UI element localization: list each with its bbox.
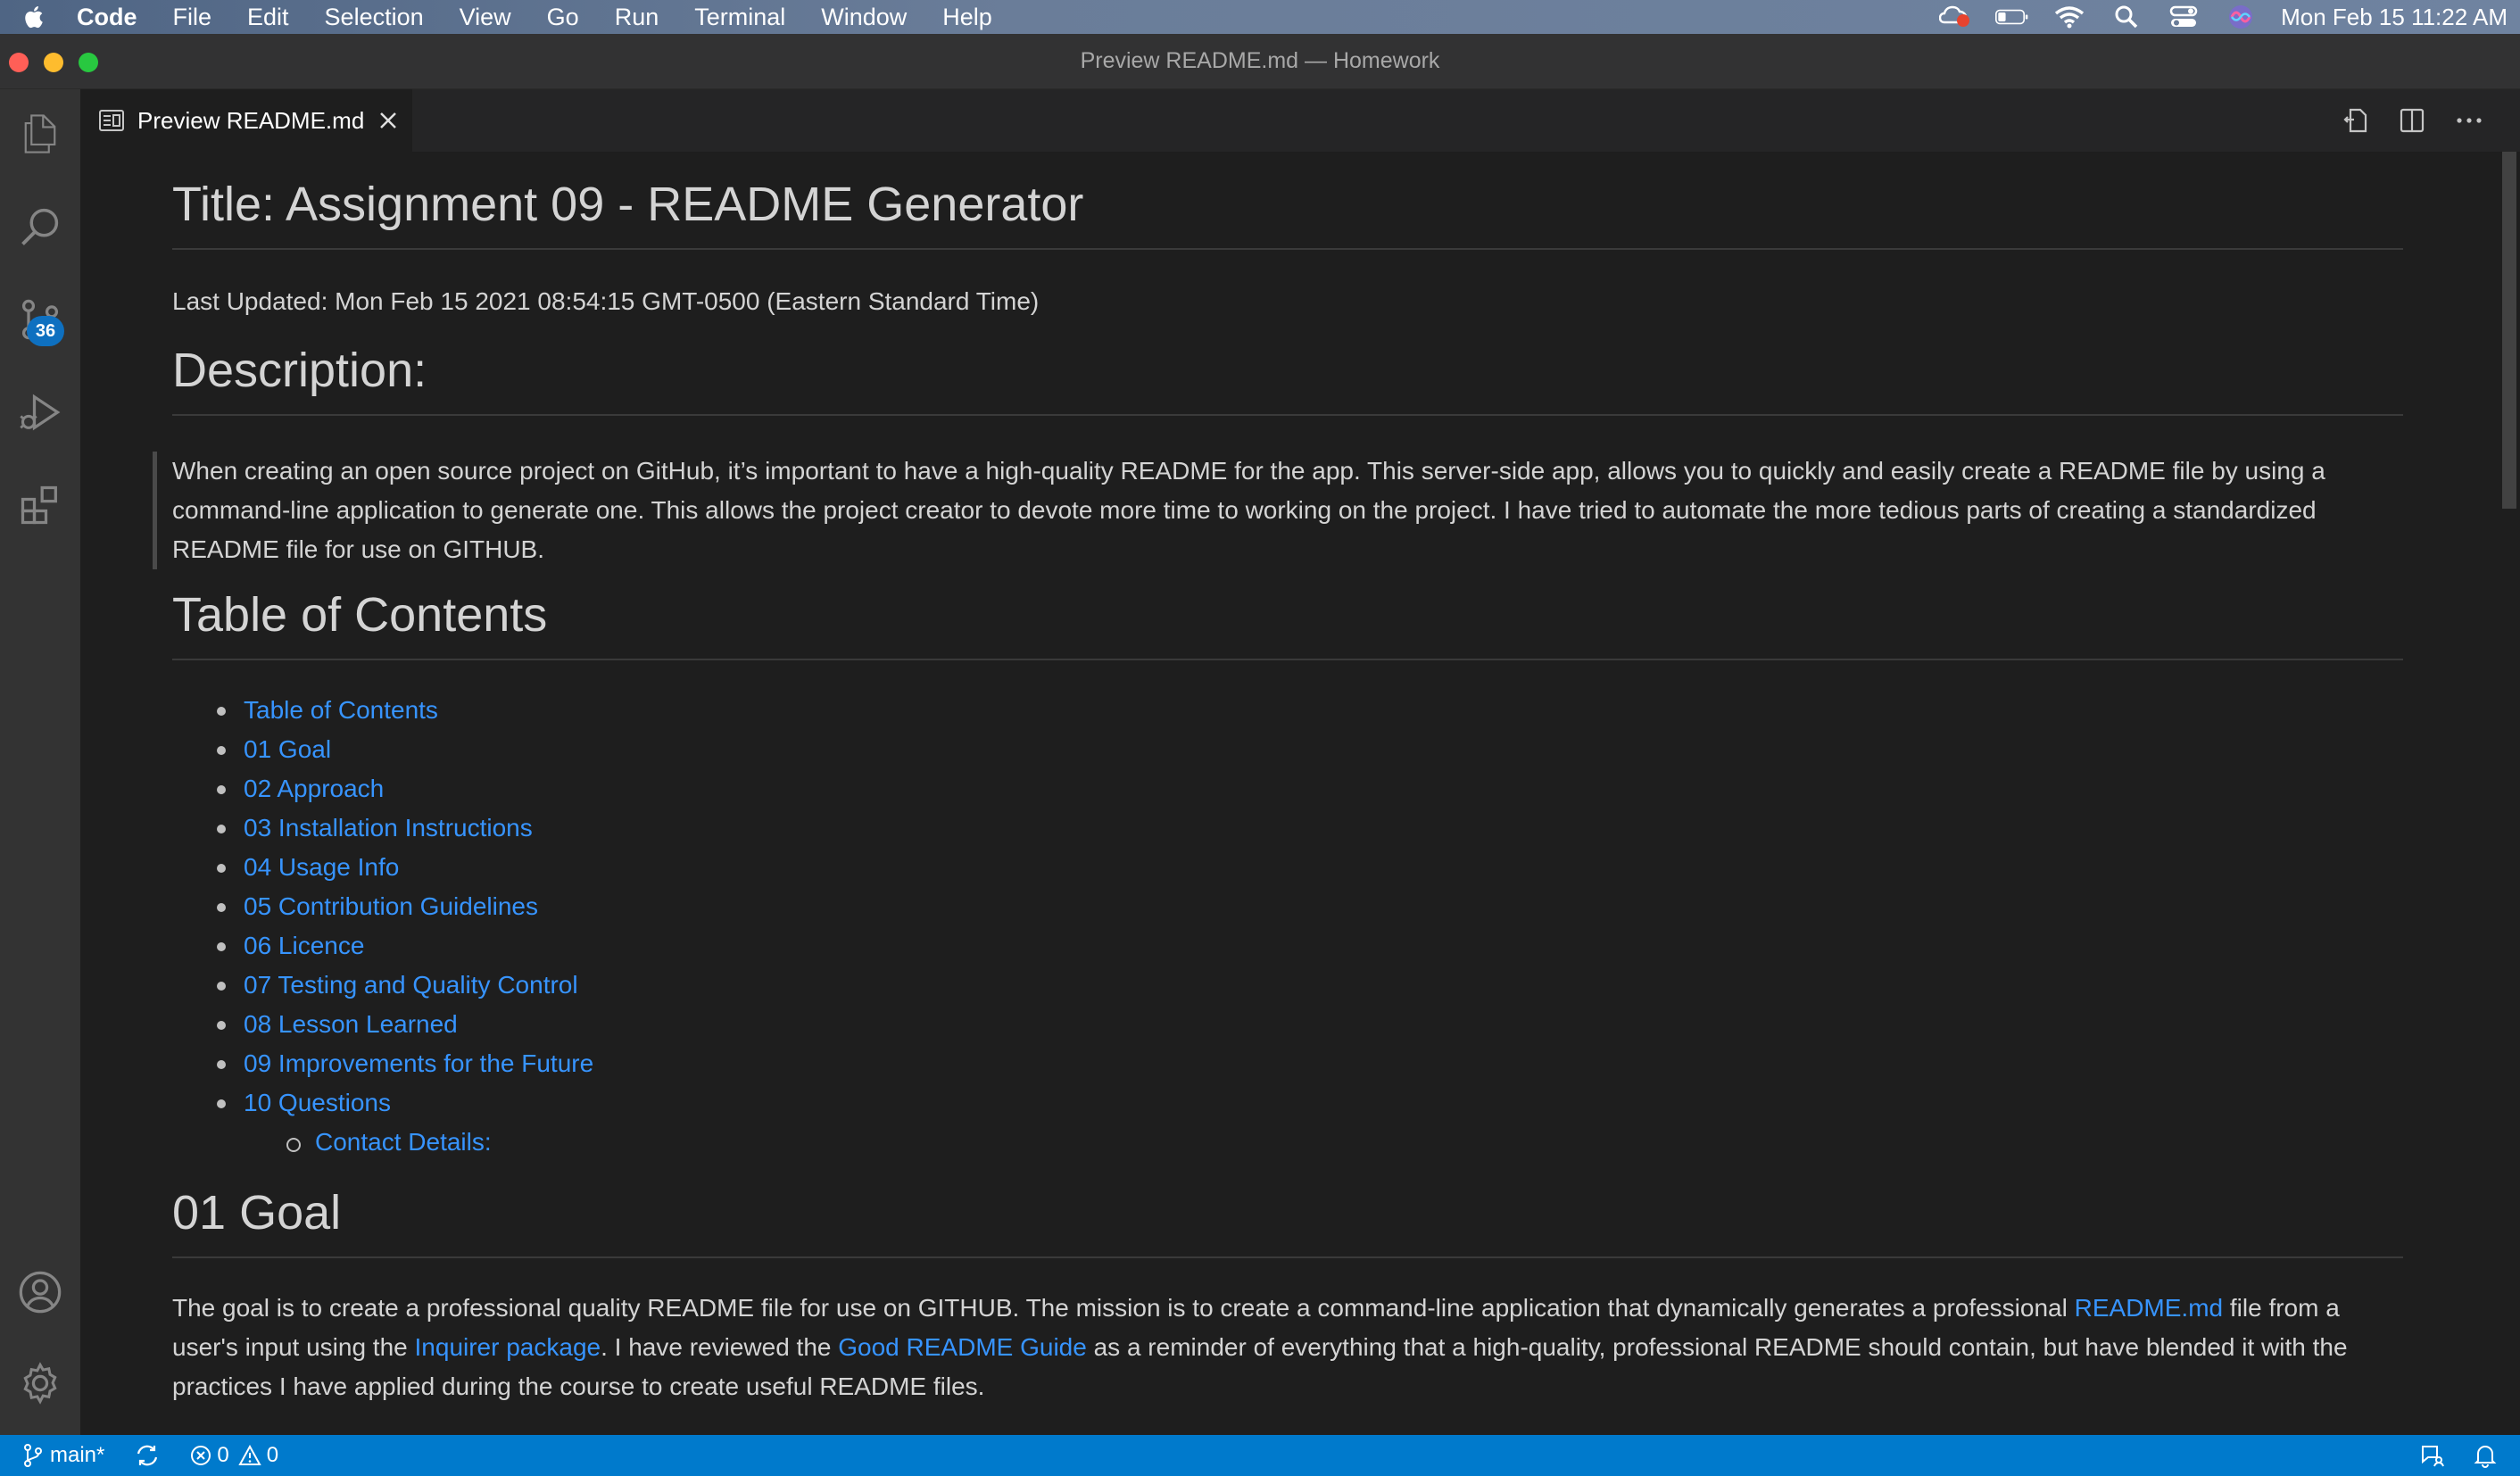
menu-window[interactable]: Window (821, 4, 907, 31)
explorer-icon[interactable] (0, 89, 80, 178)
error-count: 0 (217, 1443, 229, 1467)
toc-link-improvements[interactable]: 09 Improvements for the Future (244, 1049, 593, 1077)
toc-link-installation[interactable]: 03 Installation Instructions (244, 814, 533, 842)
toc-link-testing[interactable]: 07 Testing and Quality Control (244, 971, 578, 999)
menu-terminal[interactable]: Terminal (694, 4, 785, 31)
branch-name: main* (50, 1443, 105, 1467)
toc-link-approach[interactable]: 02 Approach (244, 775, 384, 802)
last-updated-text: Last Updated: Mon Feb 15 2021 08:54:15 G… (172, 287, 1040, 315)
close-icon[interactable] (377, 109, 400, 132)
menu-bar-clock[interactable]: Mon Feb 15 11:22 AM (2281, 4, 2508, 31)
toc-link-goal[interactable]: 01 Goal (244, 735, 331, 763)
spotlight-search-icon[interactable] (2110, 4, 2143, 30)
toc-item: 06 Licence (172, 926, 1243, 966)
toc-item: Table of Contents (172, 691, 1243, 730)
toc-link-contribution[interactable]: 05 Contribution Guidelines (244, 892, 538, 920)
macos-menu-bar: Code File Edit Selection View Go Run Ter… (0, 0, 2520, 34)
control-center-icon[interactable] (2167, 4, 2201, 30)
editor-tab-bar: Preview README.md (80, 89, 2520, 152)
readme-md-link[interactable]: README.md (2075, 1294, 2223, 1322)
battery-icon[interactable] (1995, 4, 2029, 30)
problems-indicator[interactable]: 0 0 (190, 1443, 278, 1468)
toc-heading: Table of Contents (172, 587, 2403, 660)
tab-preview-readme[interactable]: Preview README.md (80, 89, 412, 152)
extensions-icon[interactable] (0, 460, 80, 550)
menu-help[interactable]: Help (942, 4, 992, 31)
scrollbar-thumb[interactable] (2502, 152, 2516, 509)
wifi-icon[interactable] (2052, 4, 2086, 30)
toc-item: 10 Questions (172, 1083, 1243, 1123)
manage-gear-icon[interactable] (0, 1339, 80, 1428)
tab-label: Preview README.md (137, 106, 365, 134)
toc-item: 01 Goal (172, 730, 1243, 769)
notifications-bell-icon[interactable] (2474, 1443, 2497, 1468)
open-source-icon[interactable] (2340, 104, 2374, 137)
warning-count: 0 (266, 1443, 279, 1467)
status-bar-right (2420, 1435, 2520, 1476)
menu-run[interactable]: Run (615, 4, 659, 31)
menu-go[interactable]: Go (547, 4, 579, 31)
toc-item: 08 Lesson Learned (172, 1005, 1243, 1044)
description-blockquote: When creating an open source project on … (153, 452, 2410, 569)
good-readme-guide-link[interactable]: Good README Guide (838, 1333, 1087, 1361)
git-branch-icon (24, 1444, 42, 1467)
menu-bar-tray: Mon Feb 15 11:22 AM (1938, 0, 2520, 34)
inquirer-package-link[interactable]: Inquirer package (415, 1333, 601, 1361)
source-control-badge: 36 (27, 316, 64, 346)
preview-icon (99, 110, 124, 131)
toc-link-table-of-contents[interactable]: Table of Contents (244, 696, 438, 724)
activity-bar: 36 (0, 89, 80, 1435)
goal-text: The goal is to create a professional qua… (172, 1294, 2075, 1322)
markdown-preview[interactable]: Title: Assignment 09 - README Generator … (80, 152, 2499, 1435)
menu-file[interactable]: File (173, 4, 212, 31)
toc-link-lesson-learned[interactable]: 08 Lesson Learned (244, 1010, 458, 1038)
apple-logo-icon[interactable] (21, 4, 48, 30)
split-editor-icon[interactable] (2395, 104, 2429, 137)
feedback-icon[interactable] (2420, 1444, 2445, 1467)
preview-scrollbar[interactable] (2499, 152, 2520, 1435)
status-bar: main* 0 0 (0, 1435, 2520, 1476)
menu-selection[interactable]: Selection (325, 4, 424, 31)
menu-edit[interactable]: Edit (247, 4, 289, 31)
toc-link-licence[interactable]: 06 Licence (244, 932, 364, 959)
creative-cloud-icon[interactable] (1938, 4, 1972, 30)
goal-text: . I have reviewed the (601, 1333, 839, 1361)
toc-item: 03 Installation Instructions (172, 808, 1243, 848)
toc-item: 07 Testing and Quality Control (172, 966, 1243, 1005)
toc-item: 02 Approach (172, 769, 1243, 808)
menu-view[interactable]: View (460, 4, 511, 31)
warning-icon (238, 1445, 261, 1465)
description-heading: Description: (172, 343, 2403, 416)
more-actions-icon[interactable] (2452, 104, 2486, 137)
account-icon[interactable] (0, 1248, 80, 1337)
toc-subitem: Contact Details: (172, 1123, 1243, 1162)
goal-heading: 01 Goal (172, 1185, 2403, 1258)
siri-icon[interactable] (2224, 4, 2258, 30)
branch-indicator[interactable]: main* (23, 1443, 104, 1468)
search-icon[interactable] (0, 182, 80, 271)
toc-link-contact-details[interactable]: Contact Details: (315, 1128, 492, 1156)
toc-item: 09 Improvements for the Future (172, 1044, 1243, 1083)
sync-icon[interactable] (135, 1444, 160, 1467)
run-debug-icon[interactable] (0, 368, 80, 457)
goal-paragraph: The goal is to create a professional qua… (172, 1289, 2412, 1406)
menu-code[interactable]: Code (77, 4, 137, 31)
table-of-contents: Table of Contents 01 Goal 02 Approach 03… (172, 691, 1243, 1162)
toc-item: 05 Contribution Guidelines (172, 887, 1243, 926)
window-title: Preview README.md — Homework (1080, 48, 1440, 73)
toc-link-usage[interactable]: 04 Usage Info (244, 853, 399, 881)
readme-title: Title: Assignment 09 - README Generator (172, 177, 2403, 250)
description-text: When creating an open source project on … (172, 457, 2325, 563)
toc-link-questions[interactable]: 10 Questions (244, 1089, 391, 1116)
toc-item: 04 Usage Info (172, 848, 1243, 887)
error-icon (191, 1446, 211, 1465)
window-title-bar: Preview README.md — Homework (0, 34, 2520, 89)
